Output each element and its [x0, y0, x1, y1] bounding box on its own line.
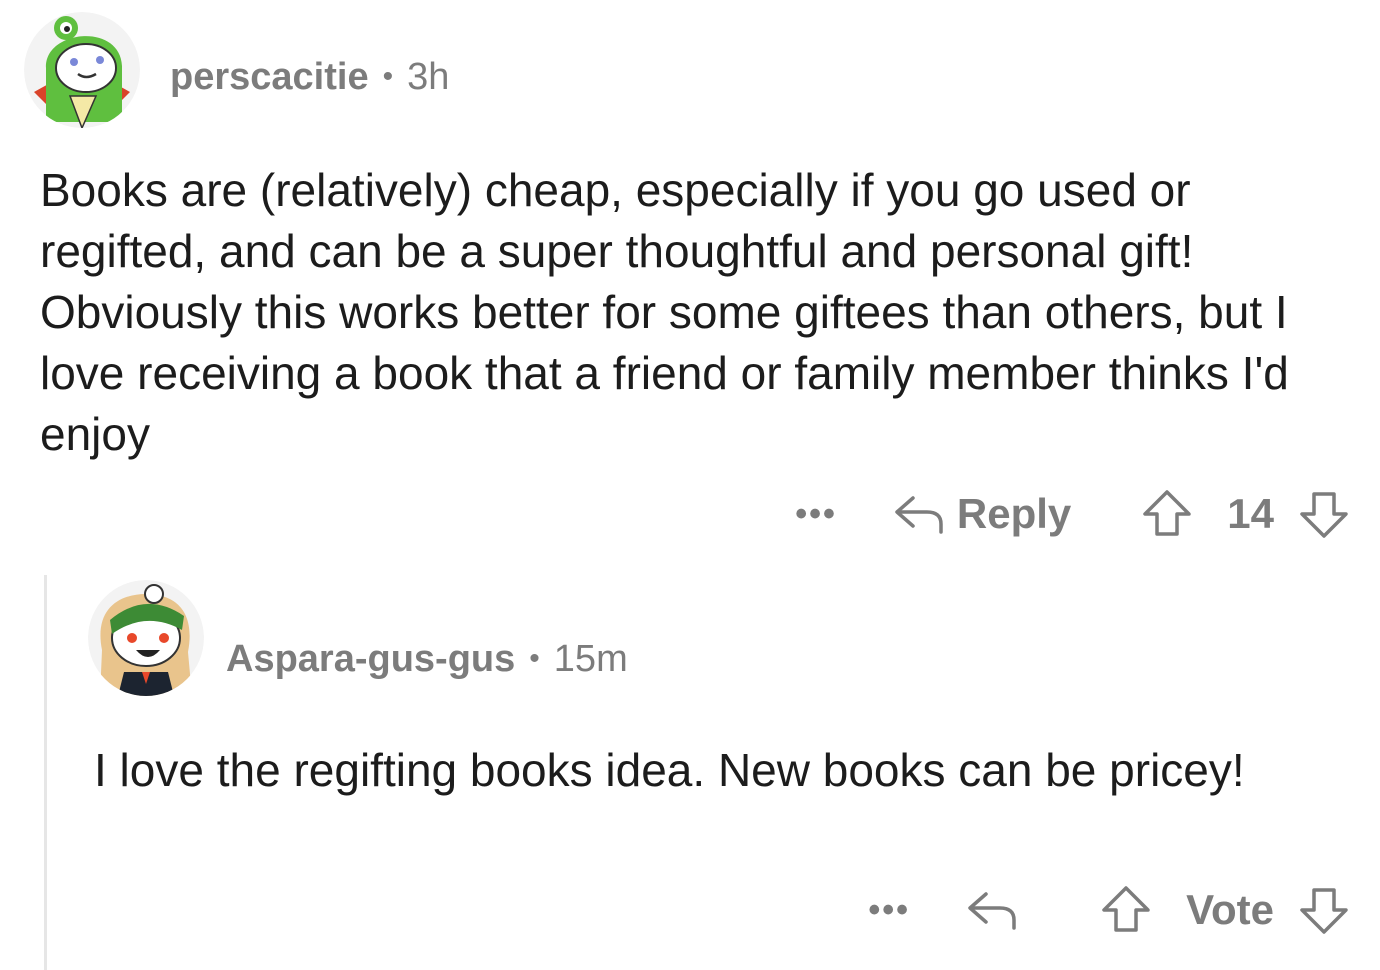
meta-separator: • — [529, 642, 540, 675]
comment-actions: ••• Vote — [868, 880, 1350, 940]
reply-icon — [895, 496, 943, 534]
more-options-button[interactable]: ••• — [795, 495, 837, 534]
reply-button[interactable] — [966, 888, 1030, 932]
upvote-icon[interactable] — [1100, 884, 1152, 936]
downvote-icon[interactable] — [1298, 488, 1350, 540]
comment-body: Books are (relatively) cheap, especially… — [40, 164, 1289, 460]
user-avatar[interactable] — [88, 580, 204, 696]
meta-separator: • — [382, 60, 394, 93]
comment-body: I love the regifting books idea. New boo… — [94, 744, 1245, 796]
vote-label: Vote — [1186, 886, 1274, 933]
vote-control: Vote — [1100, 884, 1350, 936]
upvote-icon[interactable] — [1141, 488, 1193, 540]
user-avatar[interactable] — [24, 12, 140, 128]
username[interactable]: perscacitie — [170, 56, 369, 99]
snoo-headband-avatar-icon — [88, 580, 204, 696]
reply-label: Reply — [956, 490, 1072, 537]
username[interactable]: Aspara-gus-gus — [226, 638, 515, 681]
comment-actions: ••• Reply 14 — [795, 484, 1350, 544]
more-options-button[interactable]: ••• — [868, 891, 910, 930]
vote-count: 14 — [1227, 490, 1274, 537]
comment-meta: perscacitie • 3h — [170, 54, 449, 100]
downvote-icon[interactable] — [1298, 884, 1350, 936]
comment-meta: Aspara-gus-gus • 15m — [226, 636, 628, 682]
timestamp[interactable]: 15m — [554, 638, 628, 681]
reply-comment: Aspara-gus-gus • 15m I love the regiftin… — [0, 560, 1380, 970]
snoo-frog-hood-avatar-icon — [24, 12, 140, 128]
reply-button[interactable]: Reply — [893, 490, 1071, 538]
vote-control: 14 — [1141, 488, 1350, 540]
reply-icon — [968, 892, 1016, 930]
timestamp[interactable]: 3h — [407, 56, 449, 99]
comment: perscacitie • 3h Books are (relatively) … — [0, 0, 1380, 560]
